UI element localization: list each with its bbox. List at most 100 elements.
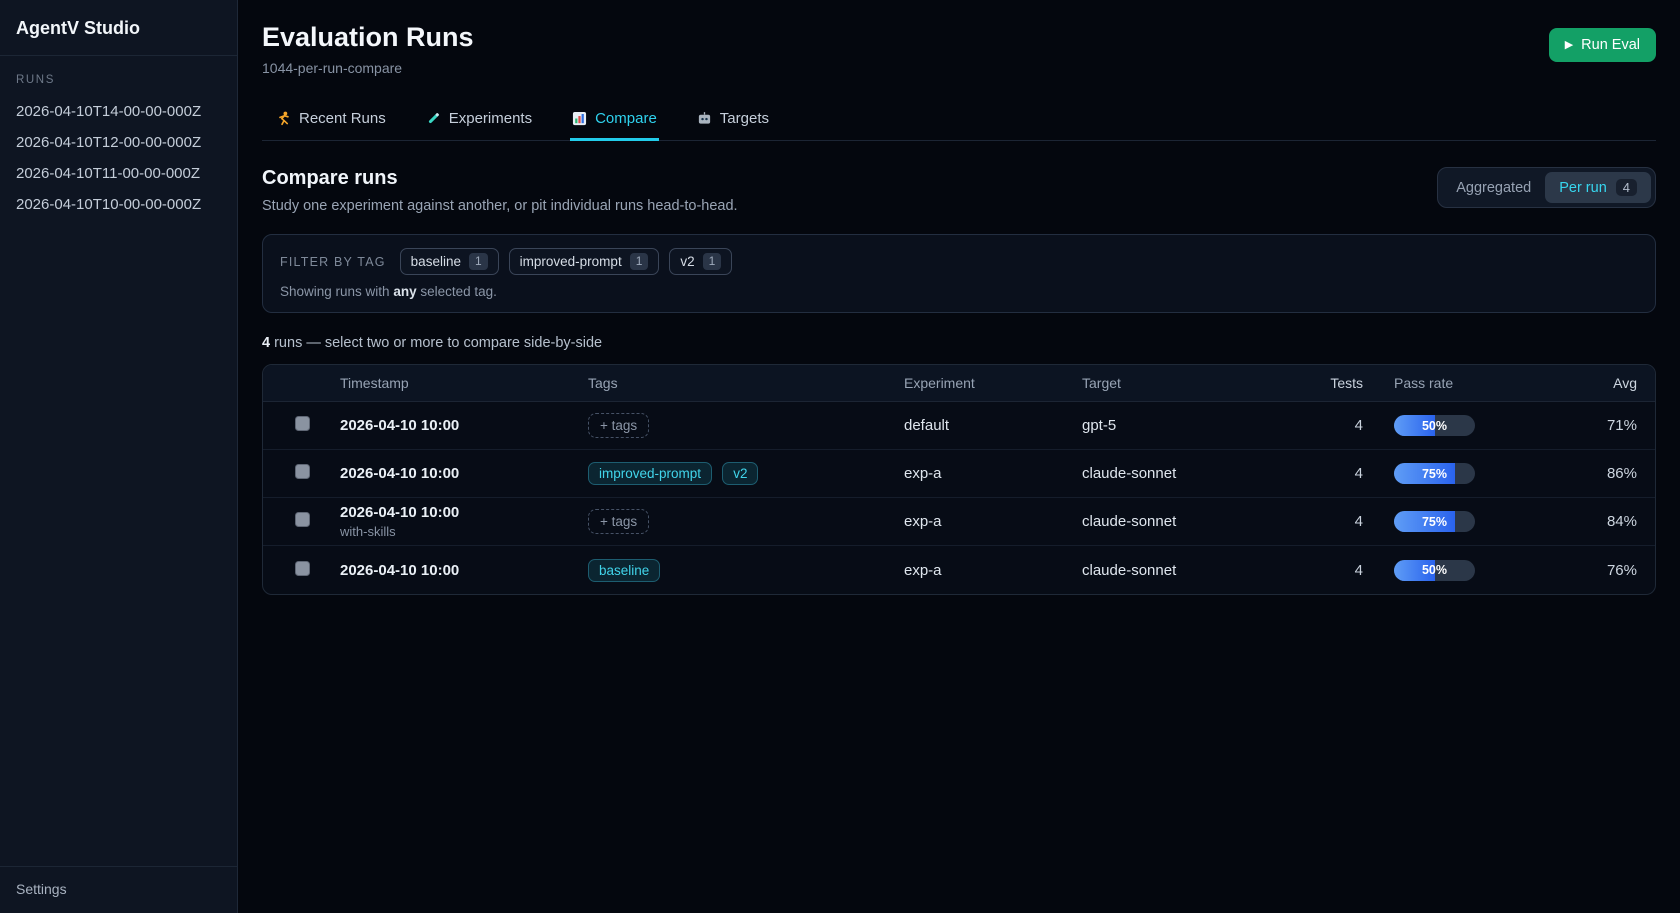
sidebar-run-item[interactable]: 2026-04-10T10-00-00-000Z: [0, 189, 237, 220]
row-target: gpt-5: [1082, 417, 1270, 434]
row-timestamp: 2026-04-10 10:00: [340, 504, 588, 521]
page-header: Evaluation Runs 1044-per-run-compare ▶ R…: [262, 22, 1656, 76]
row-experiment: exp-a: [904, 562, 1082, 579]
pass-rate-pill: 50%: [1394, 560, 1475, 581]
table-header-row: Timestamp Tags Experiment Target Tests P…: [263, 365, 1655, 402]
sidebar-footer: Settings: [0, 866, 237, 913]
toggle-per-run-label: Per run: [1559, 180, 1607, 196]
row-tag-pill: improved-prompt: [588, 462, 712, 485]
pass-rate-value: 75%: [1394, 463, 1475, 484]
run-eval-label: Run Eval: [1581, 37, 1640, 53]
row-experiment: exp-a: [904, 465, 1082, 482]
tab-compare[interactable]: Compare: [570, 100, 659, 141]
bar-chart-icon: [572, 111, 587, 126]
col-pass-rate: Pass rate: [1363, 375, 1543, 391]
row-target: claude-sonnet: [1082, 513, 1270, 530]
row-tests: 4: [1270, 513, 1363, 530]
tag-count-badge: 1: [630, 253, 649, 270]
table-row[interactable]: 2026-04-10 10:00 baseline exp-a claude-s…: [263, 546, 1655, 594]
settings-link[interactable]: Settings: [16, 881, 67, 897]
row-experiment: default: [904, 417, 1082, 434]
table-row[interactable]: 2026-04-10 10:00 with-skills + tags exp-…: [263, 498, 1655, 546]
page-title: Evaluation Runs: [262, 22, 474, 53]
app-title: AgentV Studio: [0, 0, 237, 56]
col-target: Target: [1082, 375, 1270, 391]
row-target: claude-sonnet: [1082, 562, 1270, 579]
sidebar-run-item[interactable]: 2026-04-10T12-00-00-000Z: [0, 127, 237, 158]
runner-icon: [276, 111, 291, 126]
tab-targets[interactable]: Targets: [695, 100, 771, 141]
tab-label: Compare: [595, 110, 657, 127]
tab-recent-runs[interactable]: Recent Runs: [274, 100, 388, 141]
pass-rate-pill: 75%: [1394, 463, 1475, 484]
filter-by-tag-label: FILTER BY TAG: [280, 255, 386, 269]
tag-count-badge: 1: [703, 253, 722, 270]
tab-label: Recent Runs: [299, 110, 386, 127]
col-tags: Tags: [588, 375, 904, 391]
row-label: with-skills: [340, 524, 588, 539]
row-tag-pill: v2: [722, 462, 758, 485]
row-avg: 76%: [1543, 562, 1655, 579]
runs-count: 4: [262, 335, 270, 351]
table-row[interactable]: 2026-04-10 10:00 + tags default gpt-5 4 …: [263, 402, 1655, 450]
tag-filter-card: FILTER BY TAG baseline 1 improved-prompt…: [262, 234, 1656, 313]
row-tag-pill: baseline: [588, 559, 660, 582]
row-experiment: exp-a: [904, 513, 1082, 530]
tab-experiments[interactable]: Experiments: [424, 100, 534, 141]
row-tests: 4: [1270, 417, 1363, 434]
table-row[interactable]: 2026-04-10 10:00 improved-prompt v2 exp-…: [263, 450, 1655, 498]
main-content: Evaluation Runs 1044-per-run-compare ▶ R…: [238, 0, 1680, 913]
pass-rate-pill: 50%: [1394, 415, 1475, 436]
compare-section-header: Compare runs Study one experiment agains…: [262, 167, 1656, 214]
app-root: AgentV Studio RUNS 2026-04-10T14-00-00-0…: [0, 0, 1680, 913]
row-checkbox[interactable]: [295, 464, 310, 479]
filter-tag-baseline[interactable]: baseline 1: [400, 248, 499, 275]
col-tests: Tests: [1270, 375, 1363, 391]
per-run-count-badge: 4: [1616, 179, 1637, 196]
tab-label: Experiments: [449, 110, 532, 127]
page-subtitle: 1044-per-run-compare: [262, 60, 474, 76]
add-tags-button[interactable]: + tags: [588, 413, 649, 438]
row-tests: 4: [1270, 562, 1363, 579]
filter-note: Showing runs with any selected tag.: [280, 284, 1638, 299]
row-avg: 71%: [1543, 417, 1655, 434]
row-checkbox[interactable]: [295, 416, 310, 431]
tab-label: Targets: [720, 110, 769, 127]
col-avg: Avg: [1543, 375, 1655, 391]
row-checkbox[interactable]: [295, 512, 310, 527]
run-list: 2026-04-10T14-00-00-000Z 2026-04-10T12-0…: [0, 96, 237, 220]
view-toggle: Aggregated Per run 4: [1437, 167, 1656, 208]
run-eval-button[interactable]: ▶ Run Eval: [1549, 28, 1656, 62]
row-tests: 4: [1270, 465, 1363, 482]
pass-rate-value: 75%: [1394, 511, 1475, 532]
tag-count-badge: 1: [469, 253, 488, 270]
flask-icon: [426, 111, 441, 126]
robot-icon: [697, 111, 712, 126]
play-icon: ▶: [1565, 40, 1573, 51]
add-tags-button[interactable]: + tags: [588, 509, 649, 534]
toggle-aggregated[interactable]: Aggregated: [1442, 173, 1545, 203]
row-checkbox[interactable]: [295, 561, 310, 576]
sidebar: AgentV Studio RUNS 2026-04-10T14-00-00-0…: [0, 0, 238, 913]
row-timestamp: 2026-04-10 10:00: [340, 417, 588, 434]
col-experiment: Experiment: [904, 375, 1082, 391]
sidebar-run-item[interactable]: 2026-04-10T11-00-00-000Z: [0, 158, 237, 189]
runs-summary: 4 runs — select two or more to compare s…: [262, 335, 1656, 351]
compare-description: Study one experiment against another, or…: [262, 198, 738, 214]
pass-rate-value: 50%: [1394, 560, 1475, 581]
filter-tag-improved-prompt[interactable]: improved-prompt 1: [509, 248, 660, 275]
runs-table: Timestamp Tags Experiment Target Tests P…: [262, 364, 1656, 595]
pass-rate-pill: 75%: [1394, 511, 1475, 532]
filter-tag-v2[interactable]: v2 1: [669, 248, 732, 275]
row-target: claude-sonnet: [1082, 465, 1270, 482]
runs-section-label: RUNS: [0, 56, 237, 96]
pass-rate-value: 50%: [1394, 415, 1475, 436]
toggle-per-run[interactable]: Per run 4: [1545, 172, 1651, 203]
row-timestamp: 2026-04-10 10:00: [340, 562, 588, 579]
compare-heading: Compare runs: [262, 167, 738, 190]
row-avg: 86%: [1543, 465, 1655, 482]
tab-bar: Recent Runs Experiments Compare Targets: [262, 100, 1656, 141]
row-timestamp: 2026-04-10 10:00: [340, 465, 588, 482]
row-avg: 84%: [1543, 513, 1655, 530]
sidebar-run-item[interactable]: 2026-04-10T14-00-00-000Z: [0, 96, 237, 127]
